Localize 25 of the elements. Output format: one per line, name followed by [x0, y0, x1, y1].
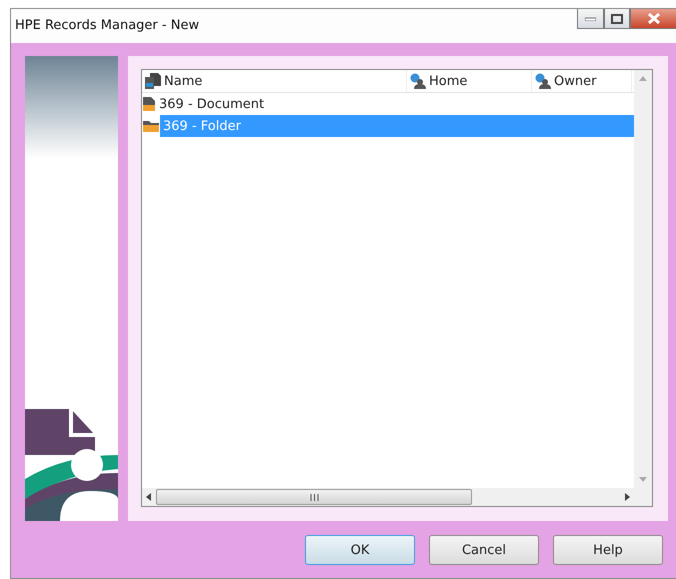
column-header[interactable]: Name — [142, 70, 407, 92]
scroll-down-icon — [639, 477, 647, 482]
minimize-icon — [585, 16, 596, 20]
dialog-button[interactable]: Cancel — [429, 535, 539, 565]
document-icon — [142, 96, 156, 112]
maximize-button[interactable] — [604, 9, 630, 29]
grip-icon — [310, 494, 318, 500]
scroll-right-icon — [625, 493, 630, 501]
scroll-left-icon — [146, 493, 151, 501]
maximize-icon — [611, 14, 623, 24]
scroll-up-icon — [639, 76, 647, 81]
list-item[interactable]: 369 - Document — [156, 93, 634, 115]
minimize-button[interactable] — [577, 9, 604, 29]
folder-icon — [142, 119, 160, 133]
scroll-thumb[interactable] — [156, 489, 472, 505]
documents-icon — [145, 73, 161, 89]
vertical-scrollbar[interactable] — [634, 70, 652, 488]
window-title: HPE Records Manager - New — [15, 18, 200, 33]
horizontal-scrollbar[interactable] — [142, 488, 634, 506]
globe-people-icon — [410, 73, 426, 89]
dialog-button[interactable]: OK — [305, 535, 415, 565]
close-button[interactable] — [630, 9, 676, 29]
dialog-button[interactable]: Help — [553, 535, 663, 565]
globe-people-icon — [535, 73, 551, 89]
close-icon — [648, 13, 660, 24]
